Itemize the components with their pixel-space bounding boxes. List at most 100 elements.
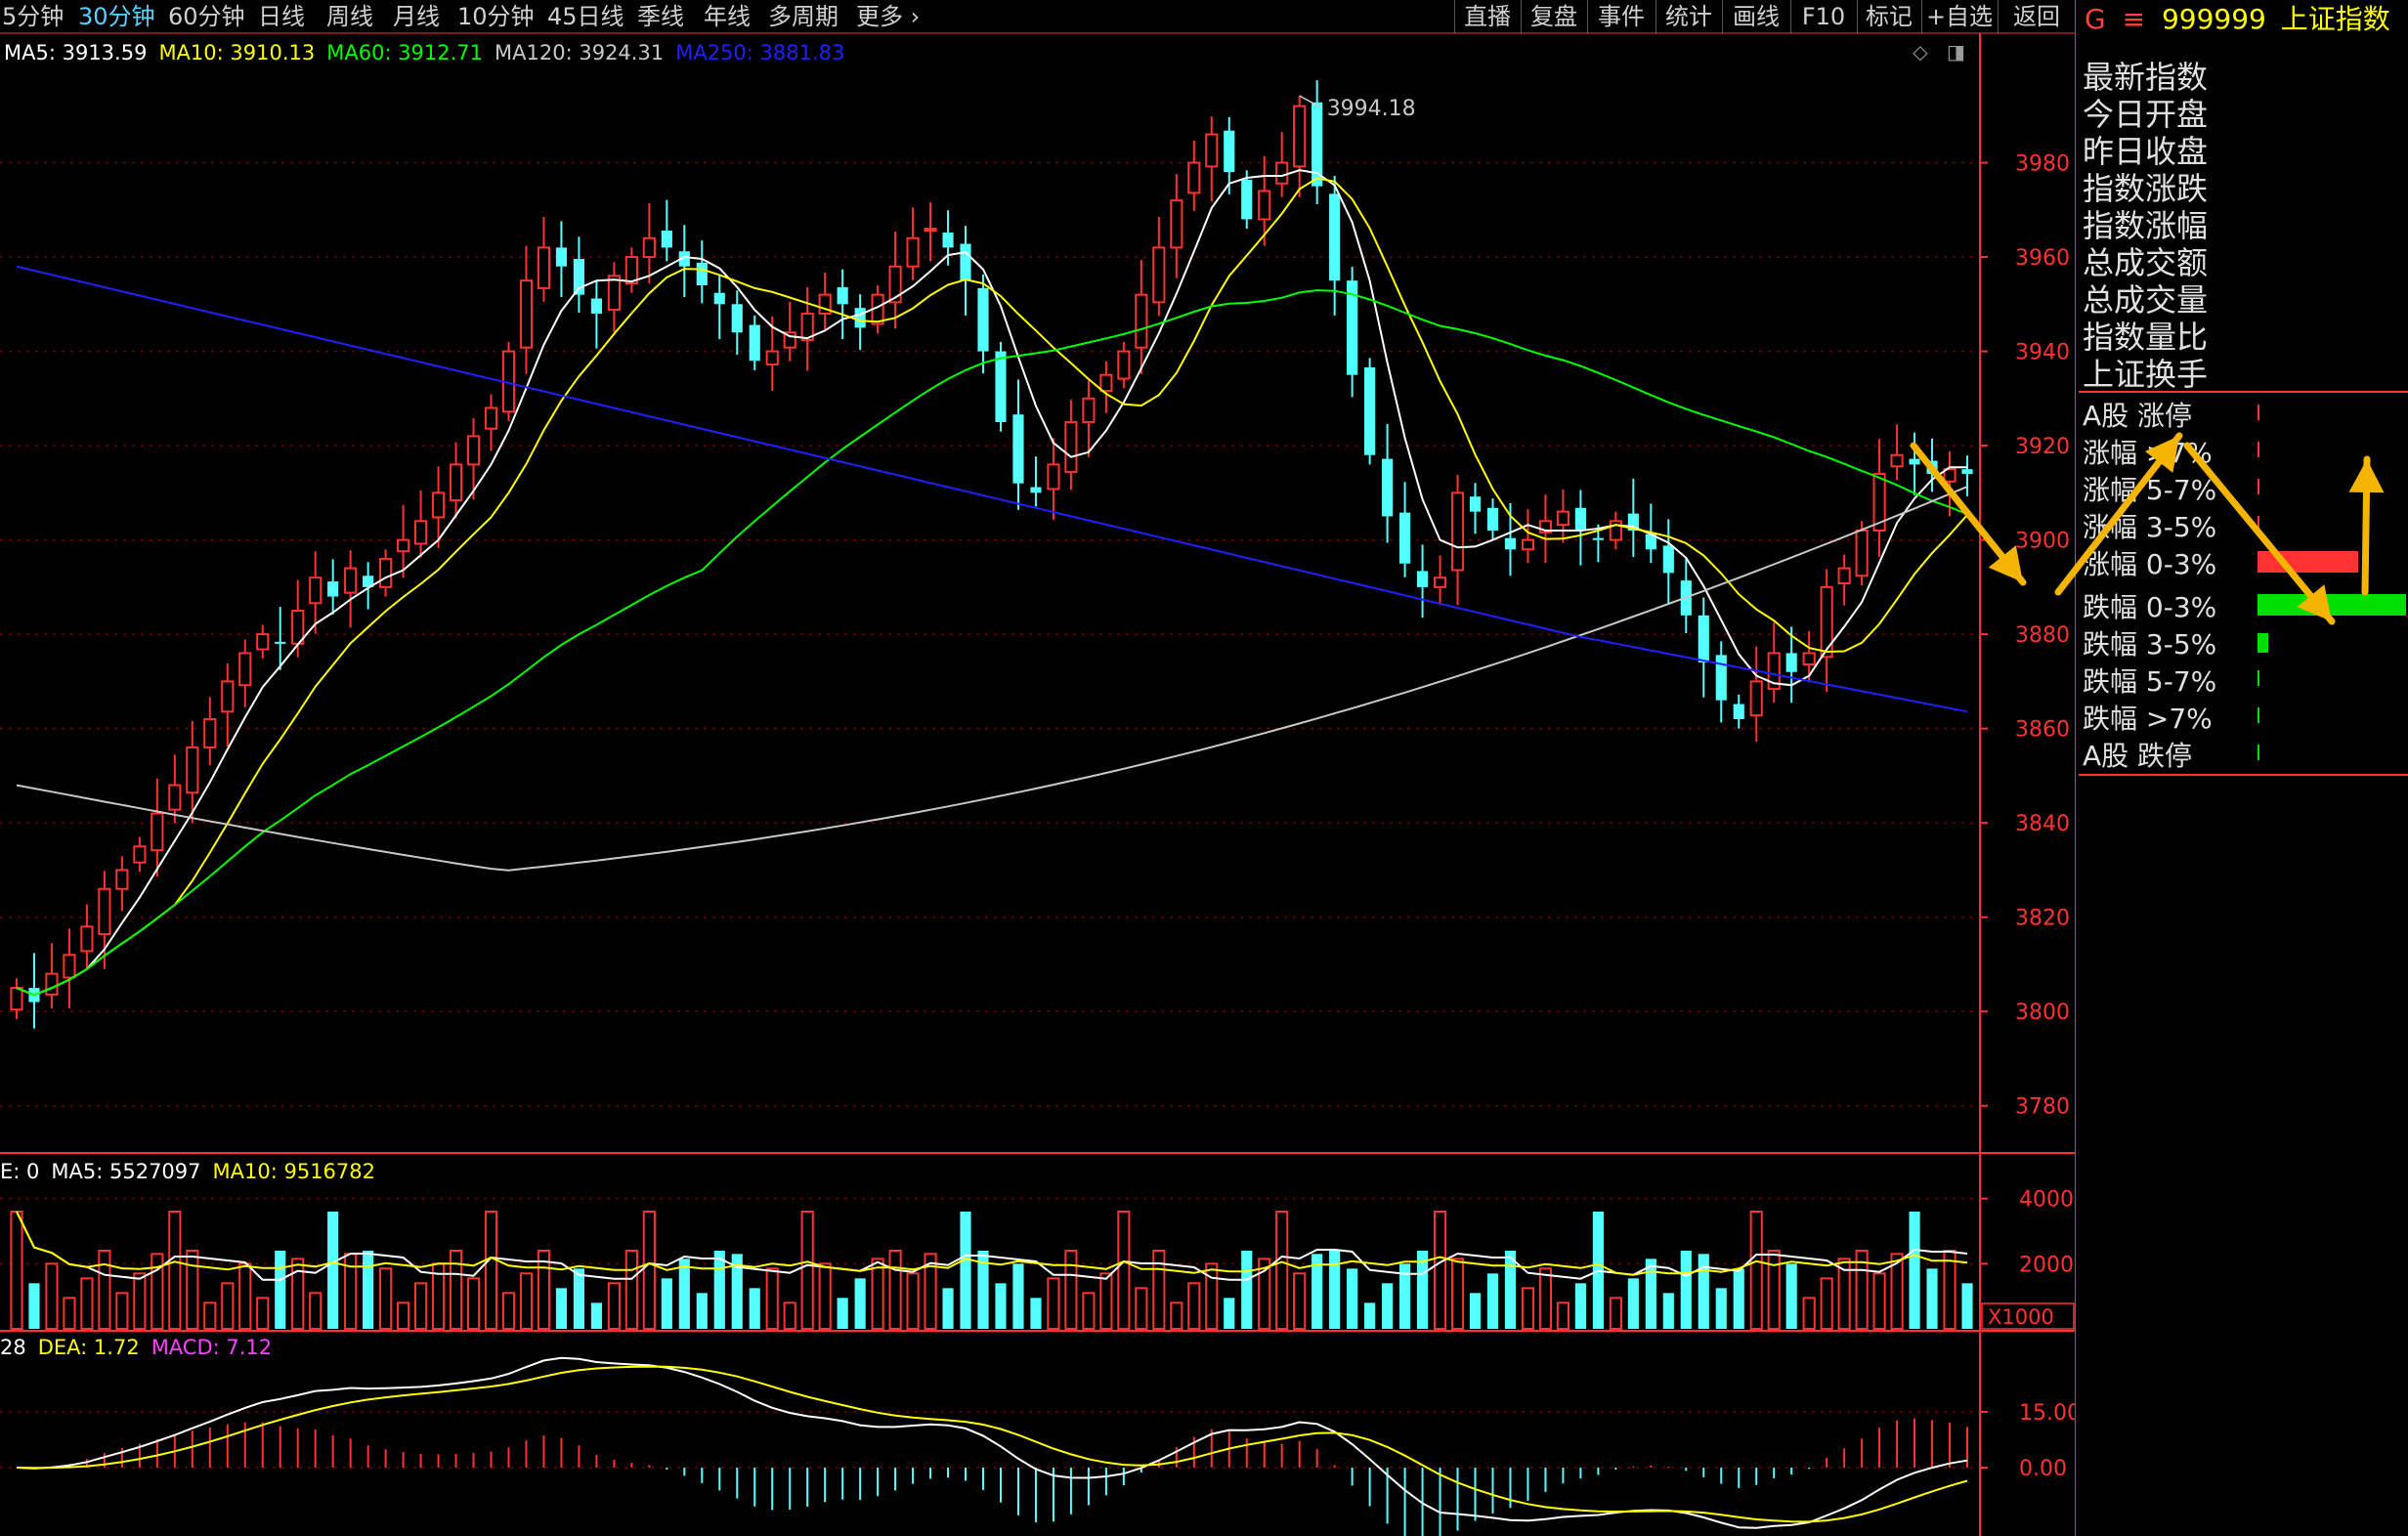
volume-bar [28, 1283, 40, 1329]
volume-bar [1241, 1251, 1253, 1329]
candle [344, 550, 358, 628]
candle [1152, 217, 1166, 317]
legend-item: MACD: 7.12 [150, 1336, 273, 1359]
price-axis-label: 3960 [2015, 246, 2070, 271]
volume-bar [1275, 1211, 1289, 1330]
volume-bar [607, 1282, 621, 1331]
volume-bar [1943, 1250, 1956, 1330]
volume-bar [414, 1282, 428, 1331]
price-axis-label: 3980 [2015, 152, 2070, 177]
candle [203, 697, 217, 766]
candle [45, 943, 59, 1008]
volume-bar [327, 1212, 339, 1329]
candle [1012, 379, 1024, 510]
candle [837, 269, 848, 340]
candle [1890, 424, 1904, 481]
volume-bar [1030, 1298, 1042, 1329]
volume-bar [291, 1258, 305, 1331]
candle [1556, 489, 1570, 543]
volume-bar [1082, 1292, 1096, 1331]
candle [1205, 116, 1219, 202]
volume-ma10-line [16, 1211, 1968, 1276]
volume-bar [555, 1288, 568, 1329]
peak-label: 3994.18 [1327, 97, 1416, 121]
volume-bar [1117, 1211, 1131, 1330]
candle [573, 236, 584, 313]
candle [1117, 341, 1131, 389]
volume-bar [1556, 1301, 1570, 1331]
volume-bar [1047, 1277, 1060, 1331]
macd-histogram [32, 1418, 1969, 1536]
kline-chart[interactable]: 3980 3960 3940 3920 3900 3880 3860 3840 3820 3800… [0, 0, 2076, 1536]
volume-bar [1486, 1273, 1499, 1329]
volume-bar [749, 1288, 760, 1329]
candle [995, 341, 1007, 432]
candle [1258, 155, 1271, 246]
price-axis-label: 3860 [2015, 718, 2070, 743]
index-code: 999999 [2161, 3, 2266, 35]
volume-bar [10, 1211, 23, 1330]
volume-bar [942, 1288, 954, 1329]
volume-bar [1698, 1254, 1709, 1329]
index-header: G ≡ 999999 上证指数 [2079, 0, 2408, 39]
candle [1099, 361, 1113, 413]
candle [749, 315, 760, 370]
candle [713, 275, 725, 340]
volume-bar [133, 1272, 147, 1331]
candle [1521, 509, 1535, 564]
price-axis-label: 3940 [2015, 341, 2070, 365]
candle [854, 294, 866, 351]
volume-bar [519, 1272, 534, 1331]
volume-bar [624, 1250, 638, 1330]
candle [1047, 438, 1060, 520]
candle [977, 274, 989, 374]
candle [519, 245, 534, 374]
volume-bar [363, 1251, 374, 1329]
volume-bar [1521, 1287, 1535, 1331]
volume-bar [696, 1293, 708, 1329]
candle [1574, 490, 1586, 566]
volume-bar [221, 1282, 235, 1331]
candle [466, 418, 481, 500]
volume-bar [186, 1250, 199, 1330]
menu-icon[interactable]: ≡ [2123, 3, 2145, 35]
candle [800, 286, 814, 371]
candle [642, 203, 656, 284]
price-axis-label: 3780 [2015, 1095, 2070, 1120]
volume-bar [854, 1278, 866, 1329]
volume-bar [379, 1267, 393, 1331]
volume-bar [1170, 1301, 1183, 1331]
candle [1961, 455, 1973, 496]
breadth-bar [2258, 479, 2259, 494]
volume-legend: E: 0 MA5: 5527097 MA10: 9516782 [0, 1157, 387, 1186]
volume-bar [1099, 1272, 1113, 1331]
candle [1312, 80, 1323, 204]
volume-bar [397, 1301, 410, 1331]
candle [186, 720, 199, 824]
candle [624, 247, 638, 293]
group-label[interactable]: G [2085, 3, 2106, 35]
volume-unit-label: X1000 [1988, 1305, 2054, 1329]
candle [1698, 597, 1709, 698]
volume-bar [1785, 1263, 1797, 1329]
volume-bar [80, 1277, 94, 1331]
volume-bar [466, 1277, 481, 1331]
volume-bar [203, 1301, 217, 1331]
volume-bar [995, 1283, 1007, 1329]
candle [484, 394, 498, 451]
volume-bar [1926, 1268, 1938, 1329]
candles [10, 80, 1973, 1029]
candle [1504, 502, 1517, 576]
candle [818, 272, 832, 332]
volume-bar [818, 1262, 832, 1331]
candle [28, 953, 40, 1029]
price-axis-label: 3920 [2015, 435, 2070, 459]
index-name: 上证指数 [2280, 3, 2390, 35]
candle [607, 262, 621, 332]
volume-bar [1662, 1293, 1674, 1329]
ma120-line [16, 486, 1968, 872]
candle [449, 442, 463, 519]
legend-item: 28 [0, 1336, 26, 1359]
volume-bar [1627, 1278, 1639, 1329]
volume-bar [238, 1262, 252, 1331]
